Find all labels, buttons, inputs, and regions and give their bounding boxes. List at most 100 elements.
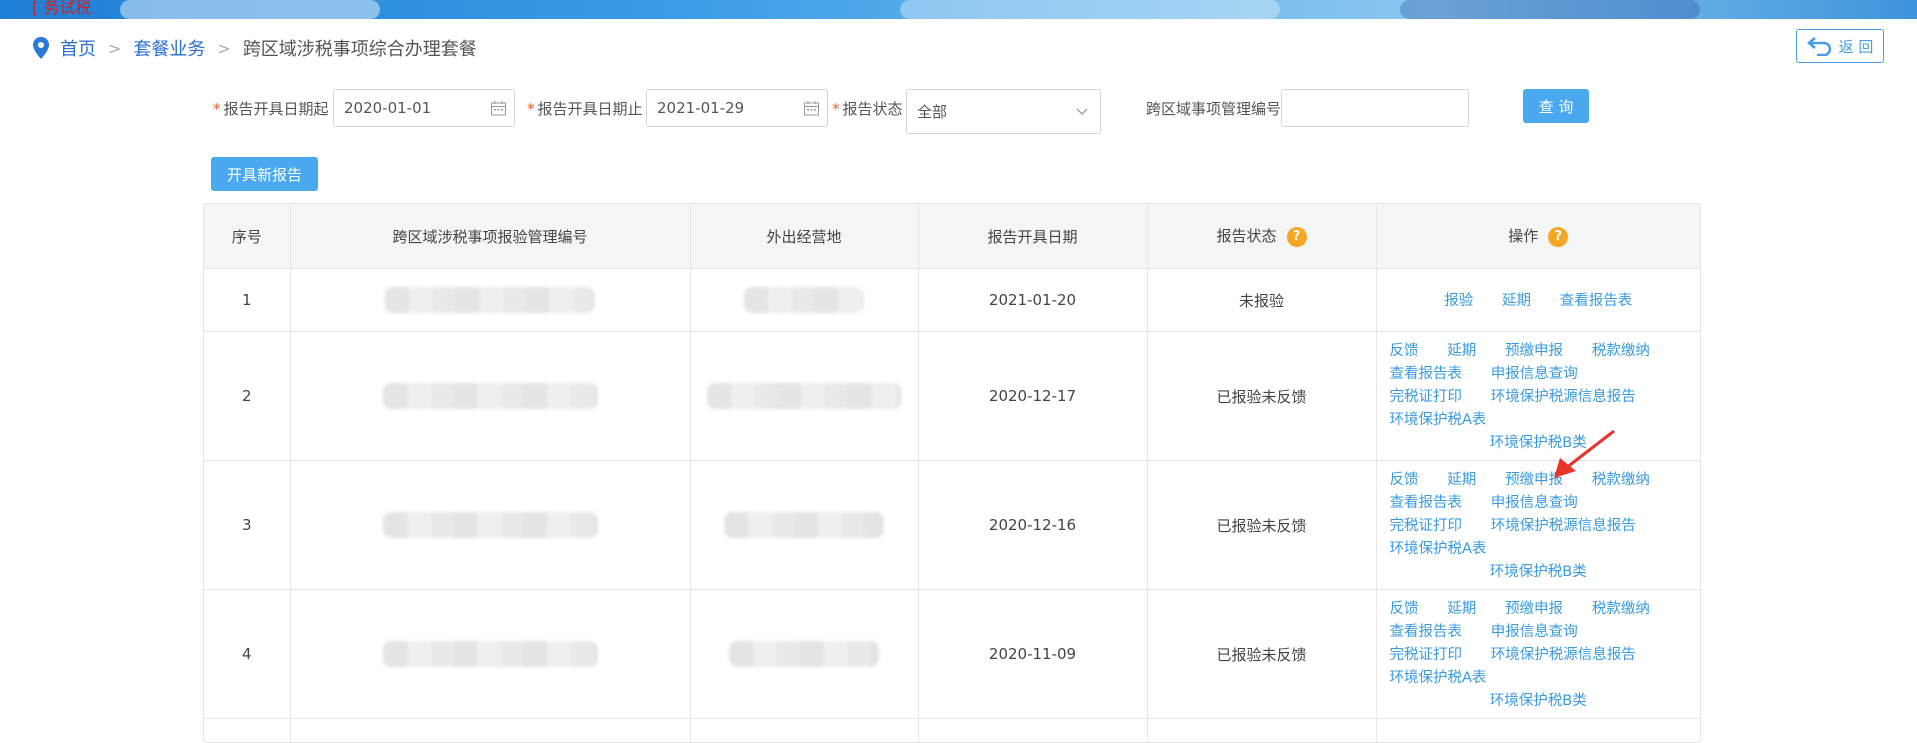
op-link[interactable]: 延期 <box>1502 293 1531 309</box>
manage-no-label: 跨区域事项管理编号 <box>1146 98 1281 119</box>
help-icon[interactable]: ? <box>1548 227 1568 247</box>
table-row <box>204 719 1700 743</box>
cell-location <box>690 332 918 461</box>
query-button[interactable]: 查 询 <box>1523 89 1589 123</box>
cell-location <box>690 461 918 590</box>
report-table: 序号 跨区域涉税事项报验管理编号 外出经营地 报告开具日期 报告状态? 操作? … <box>203 203 1701 743</box>
op-link[interactable]: 完税证打印 <box>1390 389 1463 405</box>
op-link[interactable]: 延期 <box>1447 472 1476 488</box>
op-link[interactable]: 查看报告表 <box>1390 624 1463 640</box>
status-label: *报告状态 <box>832 98 903 119</box>
breadcrumb-separator: > <box>217 39 230 58</box>
op-link[interactable]: 环境保护税B类 <box>1490 693 1587 709</box>
op-link[interactable]: 预缴申报 <box>1505 343 1563 359</box>
end-date-input[interactable]: 2021-01-29 <box>646 89 828 127</box>
op-link[interactable]: 延期 <box>1447 601 1476 617</box>
op-link[interactable]: 预缴申报 <box>1505 601 1563 617</box>
cell-date: 2020-12-17 <box>918 332 1147 461</box>
cell-ops: 反馈 延期 预缴申报 税款缴纳 查看报告表 申报信息查询 完税证打印 环境保护税… <box>1376 590 1700 719</box>
cell-seq: 2 <box>204 332 290 461</box>
start-date-label: *报告开具日期起 <box>213 98 329 119</box>
cell-status: 已报验未反馈 <box>1147 590 1376 719</box>
end-date-label: *报告开具日期止 <box>527 98 643 119</box>
redacted-text <box>724 512 884 538</box>
cell-location <box>690 590 918 719</box>
chevron-down-icon <box>1076 108 1088 116</box>
cell-ops: 报验 延期 查看报告表 <box>1376 269 1700 332</box>
cell-seq: 1 <box>204 269 290 332</box>
op-link[interactable]: 环境保护税A表 <box>1390 541 1487 557</box>
table-row: 2 2020-12-17 已报验未反馈 反馈 延期 预缴申报 税款缴纳 查看报告… <box>204 332 1700 461</box>
calendar-icon <box>491 101 506 116</box>
calendar-icon <box>804 101 819 116</box>
op-link[interactable]: 环境保护税源信息报告 <box>1491 389 1636 405</box>
op-link[interactable]: 延期 <box>1447 343 1476 359</box>
table-row: 4 2020-11-09 已报验未反馈 反馈 延期 预缴申报 税款缴纳 查看报告… <box>204 590 1700 719</box>
manage-no-input[interactable] <box>1281 89 1469 127</box>
start-date-input[interactable]: 2020-01-01 <box>333 89 515 127</box>
cell-status: 已报验未反馈 <box>1147 461 1376 590</box>
op-link[interactable]: 申报信息查询 <box>1491 624 1578 640</box>
red-arrow-icon <box>1548 428 1618 480</box>
breadcrumb-home[interactable]: 首页 <box>60 35 96 61</box>
breadcrumb-parent[interactable]: 套餐业务 <box>133 35 205 61</box>
help-icon[interactable]: ? <box>1287 227 1307 247</box>
top-banner: [ 务试税 <box>0 0 1917 19</box>
column-header-location: 外出经营地 <box>690 204 918 269</box>
op-link[interactable]: 查看报告表 <box>1390 495 1463 511</box>
location-pin-icon <box>32 37 50 59</box>
op-link[interactable]: 环境保护税A表 <box>1390 412 1487 428</box>
op-link[interactable]: 查看报告表 <box>1560 293 1633 309</box>
op-link[interactable]: 完税证打印 <box>1390 647 1463 663</box>
back-button-label: 返 回 <box>1839 36 1874 57</box>
column-header-ops: 操作? <box>1376 204 1700 269</box>
redacted-text <box>383 512 598 538</box>
op-link[interactable]: 完税证打印 <box>1390 518 1463 534</box>
cell-date: 2020-12-16 <box>918 461 1147 590</box>
cell-manage-no <box>290 590 690 719</box>
breadcrumb-current: 跨区域涉税事项综合办理套餐 <box>243 35 477 61</box>
column-header-seq: 序号 <box>204 204 290 269</box>
cell-manage-no <box>290 461 690 590</box>
op-link[interactable]: 申报信息查询 <box>1491 495 1578 511</box>
op-link[interactable]: 环境保护税A表 <box>1390 670 1487 686</box>
back-button[interactable]: 返 回 <box>1796 29 1884 63</box>
redacted-text <box>707 383 902 409</box>
cell-seq: 3 <box>204 461 290 590</box>
banner-logo: [ 务试税 <box>32 0 91 18</box>
op-link[interactable]: 报验 <box>1444 293 1473 309</box>
cell-manage-no <box>290 332 690 461</box>
breadcrumb: 首页 > 套餐业务 > 跨区域涉税事项综合办理套餐 <box>32 36 477 60</box>
cell-location <box>690 269 918 332</box>
op-link[interactable]: 反馈 <box>1390 472 1419 488</box>
table-row: 1 2021-01-20 未报验 报验 延期 查看报告表 <box>204 269 1700 332</box>
cell-status: 未报验 <box>1147 269 1376 332</box>
redacted-text <box>385 287 595 313</box>
cell-date: 2020-11-09 <box>918 590 1147 719</box>
op-link[interactable]: 查看报告表 <box>1390 366 1463 382</box>
cell-seq: 4 <box>204 590 290 719</box>
op-link[interactable]: 环境保护税源信息报告 <box>1491 518 1636 534</box>
new-report-button[interactable]: 开具新报告 <box>211 157 318 191</box>
status-select[interactable]: 全部 <box>906 89 1101 134</box>
op-link[interactable]: 环境保护税B类 <box>1490 564 1587 580</box>
cell-ops: 反馈 延期 预缴申报 税款缴纳 查看报告表 申报信息查询 完税证打印 环境保护税… <box>1376 461 1700 590</box>
op-link[interactable]: 税款缴纳 <box>1592 343 1650 359</box>
op-link[interactable]: 反馈 <box>1390 601 1419 617</box>
redacted-text <box>744 287 864 313</box>
column-header-status: 报告状态? <box>1147 204 1376 269</box>
cell-date: 2021-01-20 <box>918 269 1147 332</box>
redacted-text <box>729 641 879 667</box>
op-link[interactable]: 申报信息查询 <box>1491 366 1578 382</box>
column-header-manage-no: 跨区域涉税事项报验管理编号 <box>290 204 690 269</box>
op-link[interactable]: 反馈 <box>1390 343 1419 359</box>
table-header-row: 序号 跨区域涉税事项报验管理编号 外出经营地 报告开具日期 报告状态? 操作? <box>204 204 1700 269</box>
cell-manage-no <box>290 269 690 332</box>
cell-ops: 反馈 延期 预缴申报 税款缴纳 查看报告表 申报信息查询 完税证打印 环境保护税… <box>1376 332 1700 461</box>
redacted-text <box>383 641 598 667</box>
cell-status: 已报验未反馈 <box>1147 332 1376 461</box>
breadcrumb-separator: > <box>108 39 121 58</box>
op-link[interactable]: 环境保护税源信息报告 <box>1491 647 1636 663</box>
back-arrow-icon <box>1807 36 1833 56</box>
op-link[interactable]: 税款缴纳 <box>1592 601 1650 617</box>
